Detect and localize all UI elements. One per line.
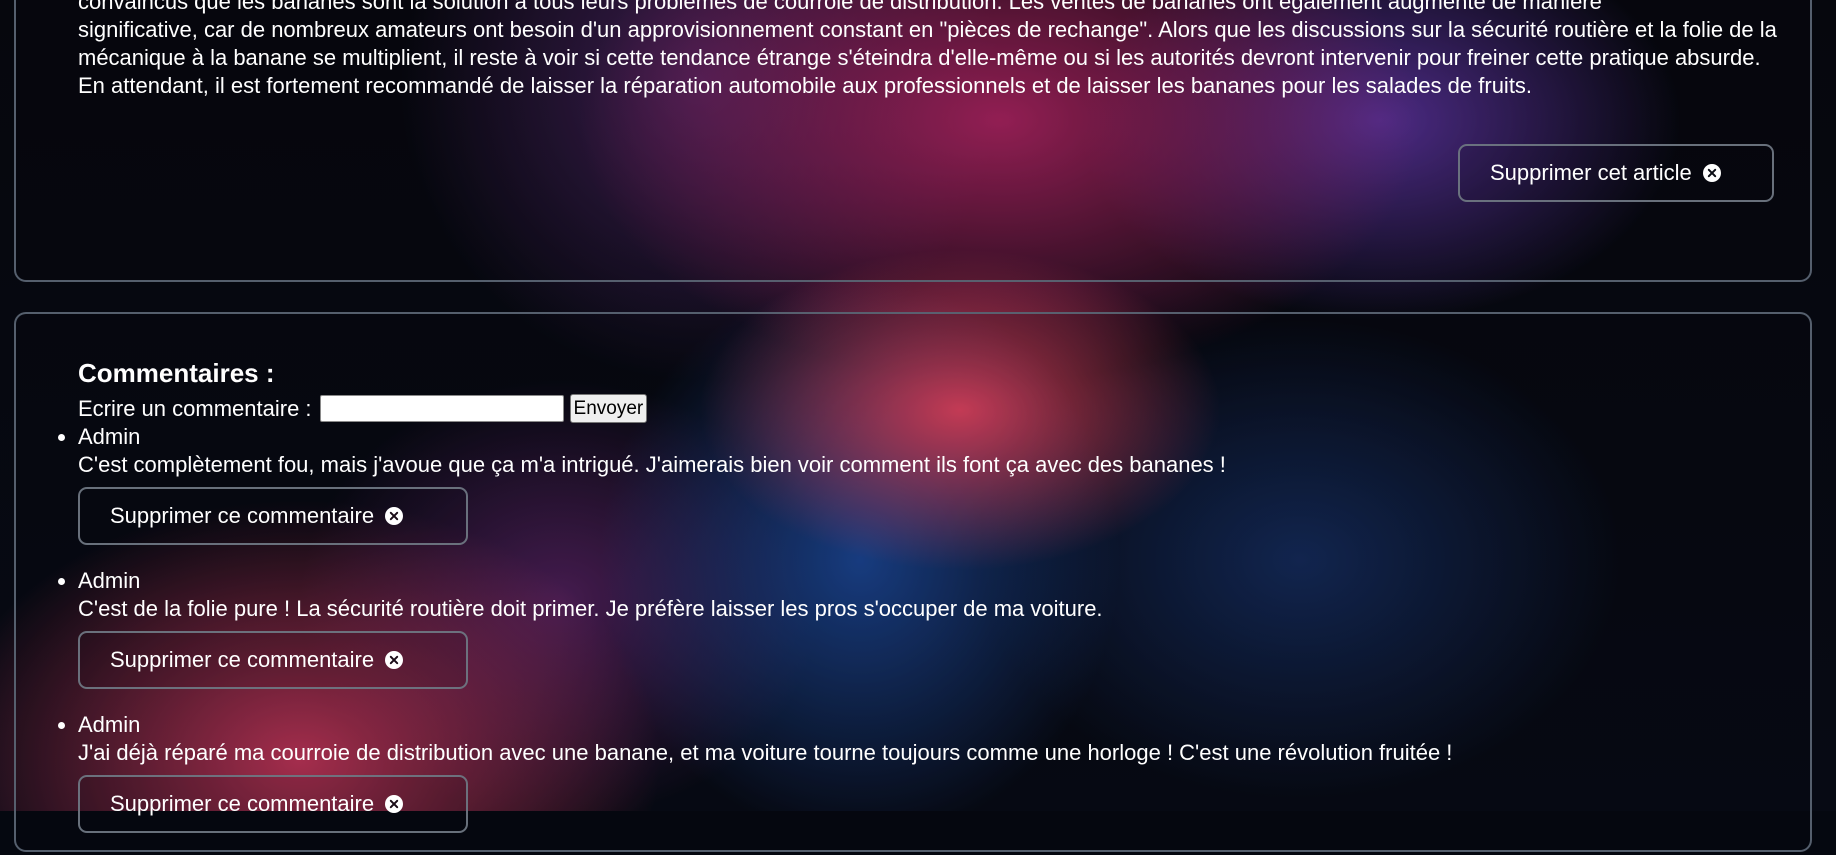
delete-comment-button[interactable]: Supprimer ce commentaire [78,775,468,833]
article-text: significative, car de nombreux amateurs … [78,17,1777,98]
comments-title: Commentaires : [78,358,275,388]
delete-comment-label: Supprimer ce commentaire [110,503,375,528]
comment-form: Ecrire un commentaire : Envoyer [78,394,648,423]
list-bullet [58,722,65,729]
circle-x-icon [1702,164,1721,182]
comment-item: Admin C'est de la folie pure ! La sécuri… [58,567,1778,711]
article-card: convaincus que les bananes sont la solut… [14,0,1812,282]
delete-article-label: Supprimer cet article [1490,160,1692,185]
delete-article-button[interactable]: Supprimer cet article [1458,144,1774,202]
comment-item: Admin J'ai déjà réparé ma courroie de di… [58,711,1778,855]
comment-author: Admin [78,424,141,449]
comment-input[interactable] [319,395,564,422]
delete-comment-label: Supprimer ce commentaire [110,647,375,672]
list-bullet [58,578,65,585]
comment-list: Admin C'est complètement fou, mais j'avo… [58,423,1778,855]
comment-text: C'est de la folie pure ! La sécurité rou… [78,596,1103,621]
comment-form-label: Ecrire un commentaire : [78,395,312,421]
delete-comment-label: Supprimer ce commentaire [110,791,375,816]
comment-text: J'ai déjà réparé ma courroie de distribu… [78,740,1453,765]
circle-x-icon [385,507,404,525]
comment-item: Admin C'est complètement fou, mais j'avo… [58,423,1778,567]
list-bullet [58,434,65,441]
article-text-first-line: convaincus que les bananes sont la solut… [78,0,1602,14]
comment-text: C'est complètement fou, mais j'avoue que… [78,452,1226,477]
article-body: convaincus que les bananes sont la solut… [78,0,1778,100]
send-comment-button[interactable]: Envoyer [569,394,648,423]
delete-comment-button[interactable]: Supprimer ce commentaire [78,487,468,545]
delete-comment-button[interactable]: Supprimer ce commentaire [78,631,468,689]
circle-x-icon [385,651,404,669]
comment-author: Admin [78,568,141,593]
circle-x-icon [385,795,404,813]
comment-author: Admin [78,712,141,737]
comments-section: Commentaires : Ecrire un commentaire : E… [14,312,1812,852]
